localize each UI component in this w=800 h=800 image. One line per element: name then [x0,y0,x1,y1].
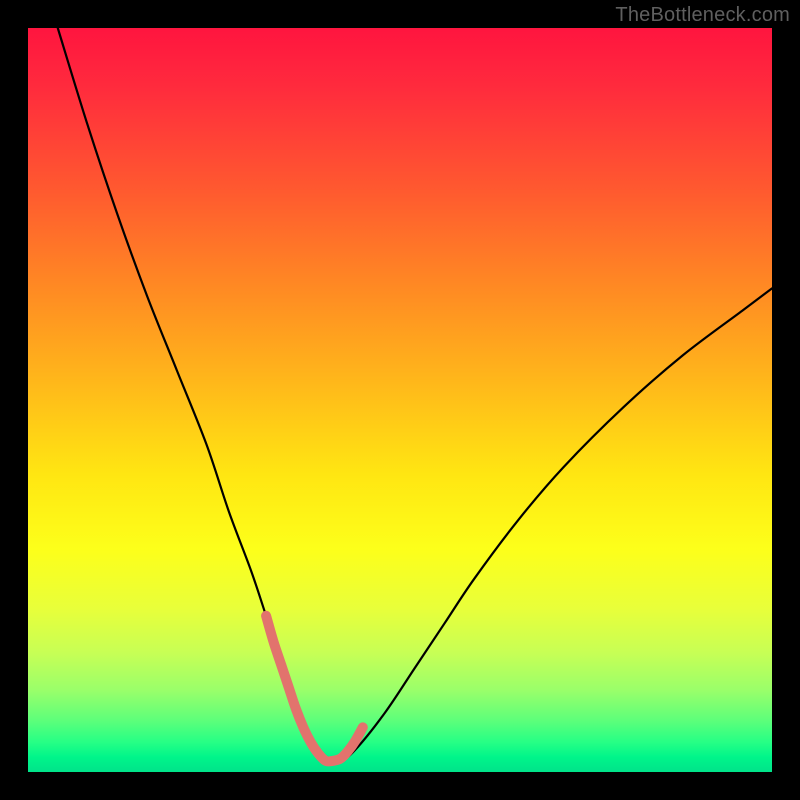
series-highlight-valley [266,616,363,762]
chart-frame: TheBottleneck.com [0,0,800,800]
bottleneck-curve-path [58,28,772,762]
series-bottleneck-curve [58,28,772,762]
chart-svg [28,28,772,772]
highlight-valley-path [266,616,363,762]
watermark-text: TheBottleneck.com [615,4,790,27]
plot-area [28,28,772,772]
